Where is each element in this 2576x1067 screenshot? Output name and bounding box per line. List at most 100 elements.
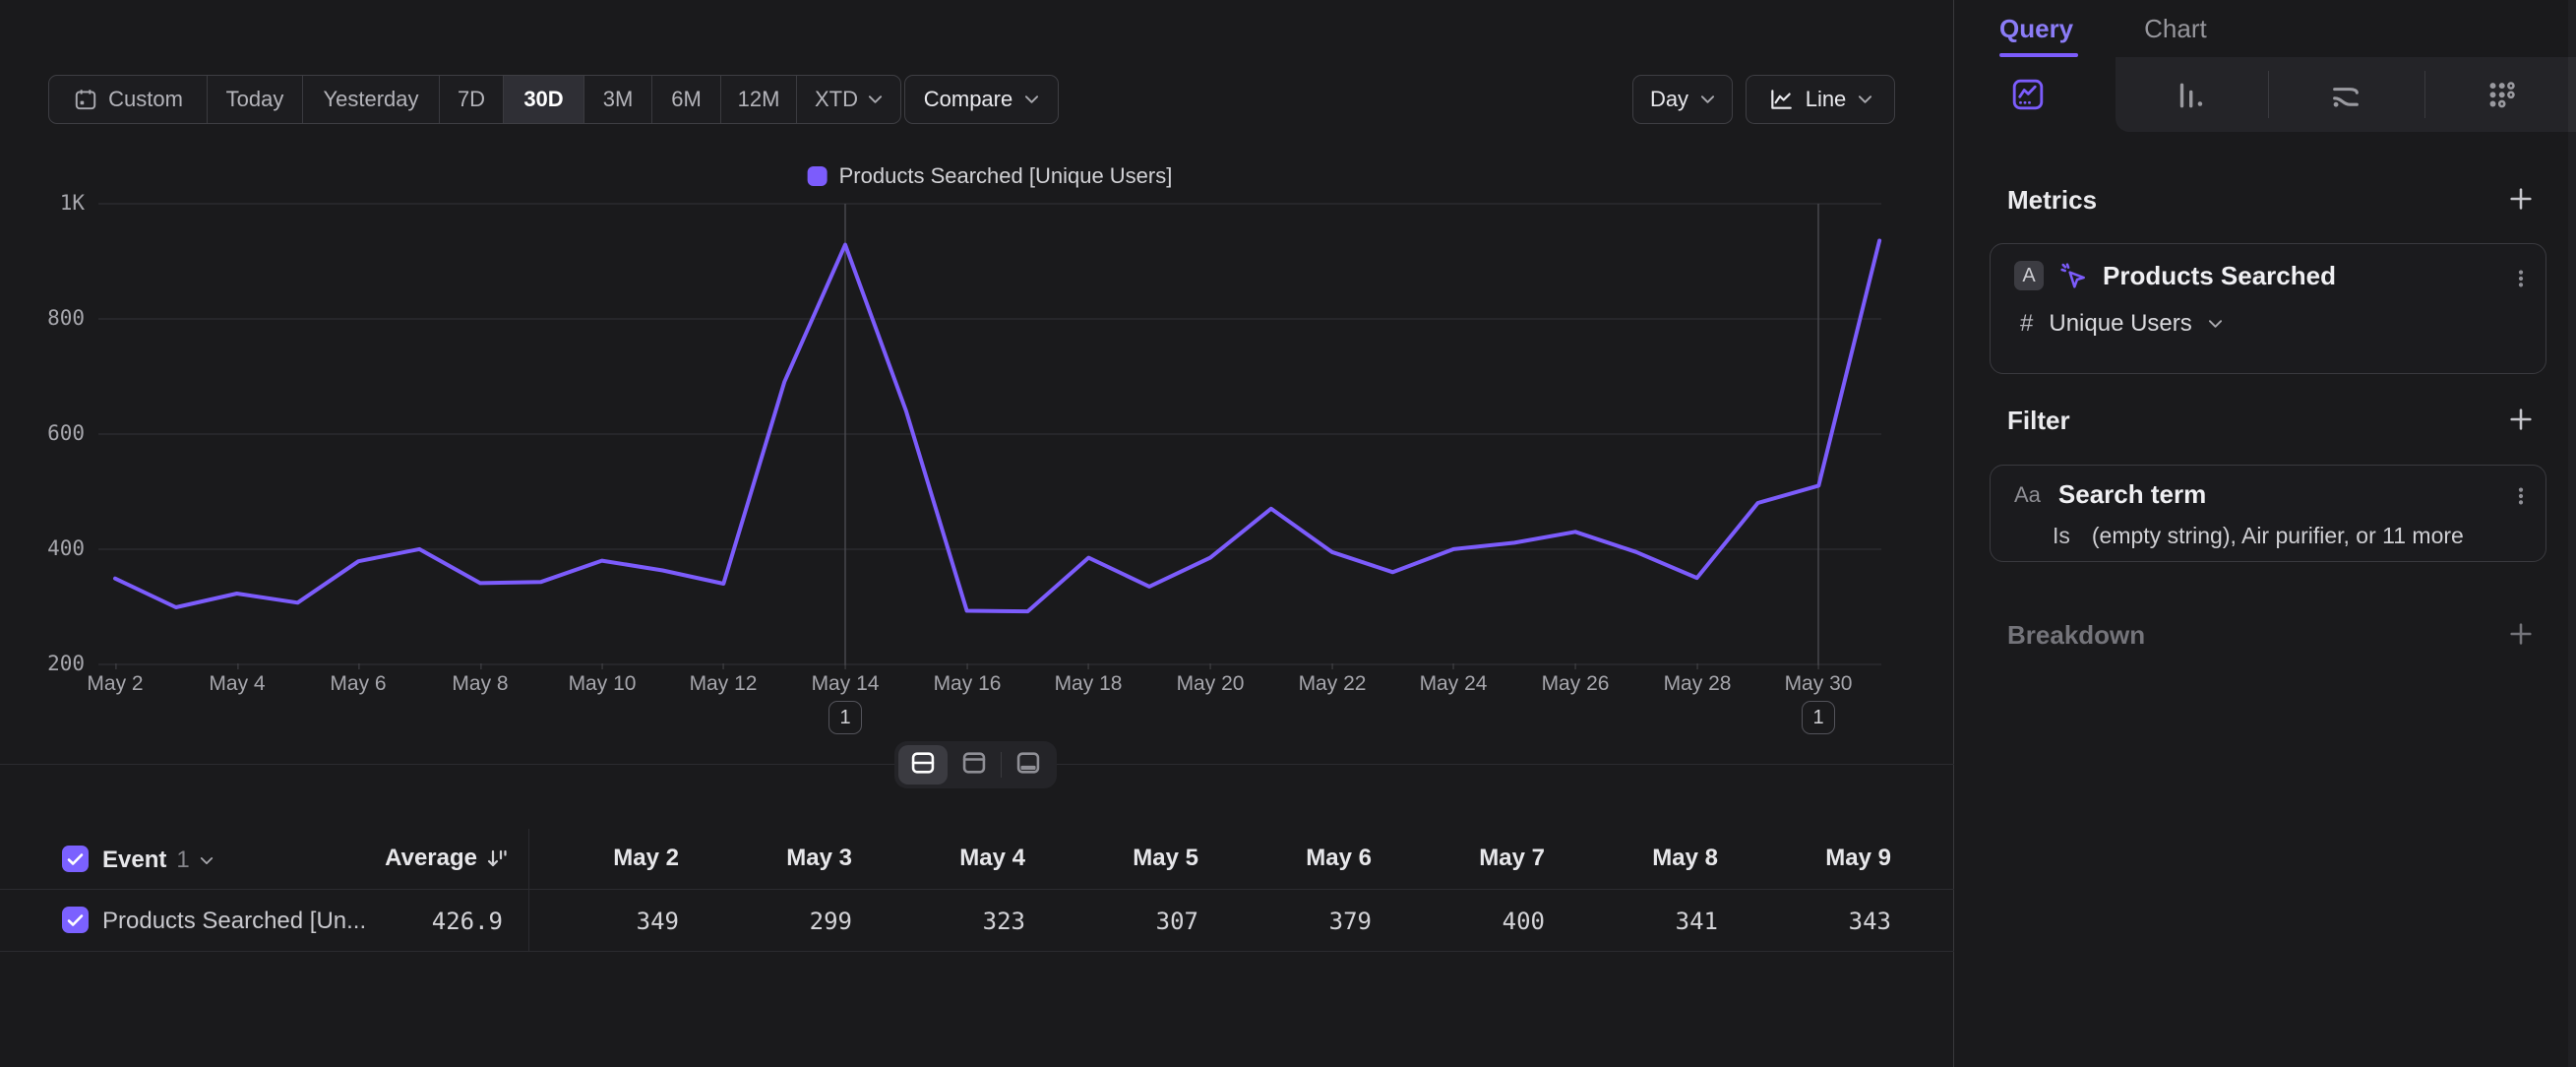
y-axis-label: 400 bbox=[14, 536, 85, 560]
strip-divider bbox=[2424, 71, 2425, 118]
sidebar-tabs: Query Chart bbox=[1999, 14, 2207, 44]
table-row-average: 426.9 bbox=[355, 908, 503, 935]
tab-query[interactable]: Query bbox=[1999, 14, 2073, 44]
table-cell-value: 343 bbox=[1744, 908, 1891, 935]
row-checkbox[interactable] bbox=[62, 907, 89, 933]
average-column-sort[interactable]: Average bbox=[344, 845, 509, 872]
date-column-header[interactable]: May 8 bbox=[1570, 845, 1718, 872]
filter-card[interactable]: Aa Search term Is (empty string), Air pu… bbox=[1990, 465, 2546, 562]
scrollbar-gutter[interactable] bbox=[2568, 0, 2576, 1067]
average-column-label: Average bbox=[385, 845, 477, 872]
chart-panel-icon bbox=[959, 749, 989, 782]
table-divider bbox=[0, 889, 1954, 890]
x-axis-label: May 24 bbox=[1420, 672, 1488, 696]
flows-icon bbox=[2329, 99, 2362, 116]
aggregation-dropdown-label: Unique Users bbox=[2049, 310, 2191, 338]
table-only-toggle[interactable] bbox=[1004, 745, 1053, 785]
filter-section-title: Filter bbox=[2007, 406, 2070, 436]
select-all-checkbox[interactable] bbox=[62, 846, 89, 872]
toggle-separator bbox=[1001, 752, 1002, 778]
table-divider bbox=[0, 951, 1954, 952]
x-axis-label: May 22 bbox=[1299, 672, 1367, 696]
table-cell-value: 379 bbox=[1224, 908, 1372, 935]
report-tab-funnels[interactable] bbox=[2174, 79, 2207, 117]
metric-event-name: Products Searched bbox=[2103, 261, 2336, 291]
x-axis-label: May 2 bbox=[87, 672, 143, 696]
event-count: 1 bbox=[176, 847, 189, 874]
y-axis-label: 1K bbox=[14, 191, 85, 215]
event-column-dropdown[interactable]: Event 1 bbox=[102, 847, 214, 874]
check-icon bbox=[67, 852, 84, 866]
event-click-icon bbox=[2057, 260, 2089, 291]
check-icon bbox=[67, 913, 84, 927]
y-axis-label: 800 bbox=[14, 306, 85, 330]
chart-canvas bbox=[0, 0, 1954, 768]
chart-only-toggle[interactable] bbox=[950, 745, 999, 785]
table-cell-value: 323 bbox=[878, 908, 1025, 935]
filter-property-name: Search term bbox=[2058, 479, 2206, 510]
date-column-header[interactable]: May 4 bbox=[878, 845, 1025, 872]
query-sidebar: Query Chart bbox=[1955, 0, 2576, 1067]
filter-operator[interactable]: Is bbox=[2053, 523, 2070, 549]
sort-icon bbox=[485, 847, 509, 870]
y-axis-label: 600 bbox=[14, 421, 85, 445]
scrollbar-thumb[interactable] bbox=[2568, 57, 2576, 132]
series-line[interactable] bbox=[115, 241, 1879, 612]
split-view-icon bbox=[908, 749, 938, 782]
series-letter-badge: A bbox=[2014, 261, 2044, 290]
report-tab-insights[interactable] bbox=[2010, 77, 2046, 117]
property-type-badge: Aa bbox=[2014, 482, 2041, 508]
annotation-badge[interactable]: 1 bbox=[828, 701, 862, 734]
active-tab-underline bbox=[1999, 53, 2078, 57]
x-axis-label: May 16 bbox=[934, 672, 1002, 696]
table-cell-value: 299 bbox=[705, 908, 852, 935]
add-breakdown-button[interactable] bbox=[2507, 620, 2535, 648]
table-cell-value: 307 bbox=[1051, 908, 1198, 935]
table-cell-value: 341 bbox=[1570, 908, 1718, 935]
split-view-toggle[interactable] bbox=[898, 745, 948, 785]
filter-kebab-menu-icon[interactable] bbox=[2510, 485, 2532, 507]
x-axis-label: May 28 bbox=[1664, 672, 1732, 696]
x-axis-label: May 20 bbox=[1177, 672, 1245, 696]
funnel-bars-icon bbox=[2174, 99, 2207, 116]
date-column-header[interactable]: May 2 bbox=[531, 845, 679, 872]
chevron-down-icon[interactable] bbox=[2208, 319, 2223, 329]
date-column-header[interactable]: May 5 bbox=[1051, 845, 1198, 872]
x-axis-label: May 26 bbox=[1542, 672, 1610, 696]
strip-divider bbox=[2268, 71, 2269, 118]
report-tab-retention[interactable] bbox=[2484, 79, 2518, 117]
add-metric-button[interactable] bbox=[2507, 185, 2535, 213]
breakdown-section-title: Breakdown bbox=[2007, 620, 2145, 651]
filter-values-summary[interactable]: (empty string), Air purifier, or 11 more bbox=[2092, 523, 2464, 549]
report-panel: Custom Today Yesterday 7D 30D 3M 6M 12M … bbox=[0, 0, 1954, 1067]
date-column-header[interactable]: May 9 bbox=[1744, 845, 1891, 872]
x-axis-label: May 18 bbox=[1055, 672, 1123, 696]
table-cell-value: 400 bbox=[1397, 908, 1545, 935]
x-axis-label: May 4 bbox=[209, 672, 265, 696]
chevron-down-icon bbox=[200, 856, 214, 865]
tab-chart[interactable]: Chart bbox=[2144, 14, 2207, 44]
x-axis-label: May 14 bbox=[812, 672, 880, 696]
table-column-divider bbox=[528, 829, 529, 951]
insights-icon bbox=[2010, 99, 2046, 116]
table-cell-value: 349 bbox=[531, 908, 679, 935]
x-axis-label: May 8 bbox=[452, 672, 508, 696]
date-column-header[interactable]: May 3 bbox=[705, 845, 852, 872]
annotation-badge[interactable]: 1 bbox=[1802, 701, 1835, 734]
x-axis-label: May 10 bbox=[569, 672, 637, 696]
y-axis-label: 200 bbox=[14, 652, 85, 675]
retention-dots-icon bbox=[2484, 99, 2518, 116]
report-tab-flows[interactable] bbox=[2329, 79, 2362, 117]
analytics-app: Custom Today Yesterday 7D 30D 3M 6M 12M … bbox=[0, 0, 2576, 1067]
gridlines bbox=[98, 204, 1881, 664]
add-filter-button[interactable] bbox=[2507, 406, 2535, 433]
metric-kebab-menu-icon[interactable] bbox=[2510, 268, 2532, 289]
date-column-header[interactable]: May 7 bbox=[1397, 845, 1545, 872]
metric-card[interactable]: A Products Searched # Unique Users bbox=[1990, 243, 2546, 374]
aggregation-symbol: # bbox=[2020, 310, 2033, 338]
date-column-header[interactable]: May 6 bbox=[1224, 845, 1372, 872]
x-axis-label: May 6 bbox=[330, 672, 386, 696]
metrics-section-title: Metrics bbox=[2007, 185, 2097, 216]
table-row-name[interactable]: Products Searched [Un... bbox=[102, 908, 366, 935]
event-column-label: Event bbox=[102, 847, 166, 874]
